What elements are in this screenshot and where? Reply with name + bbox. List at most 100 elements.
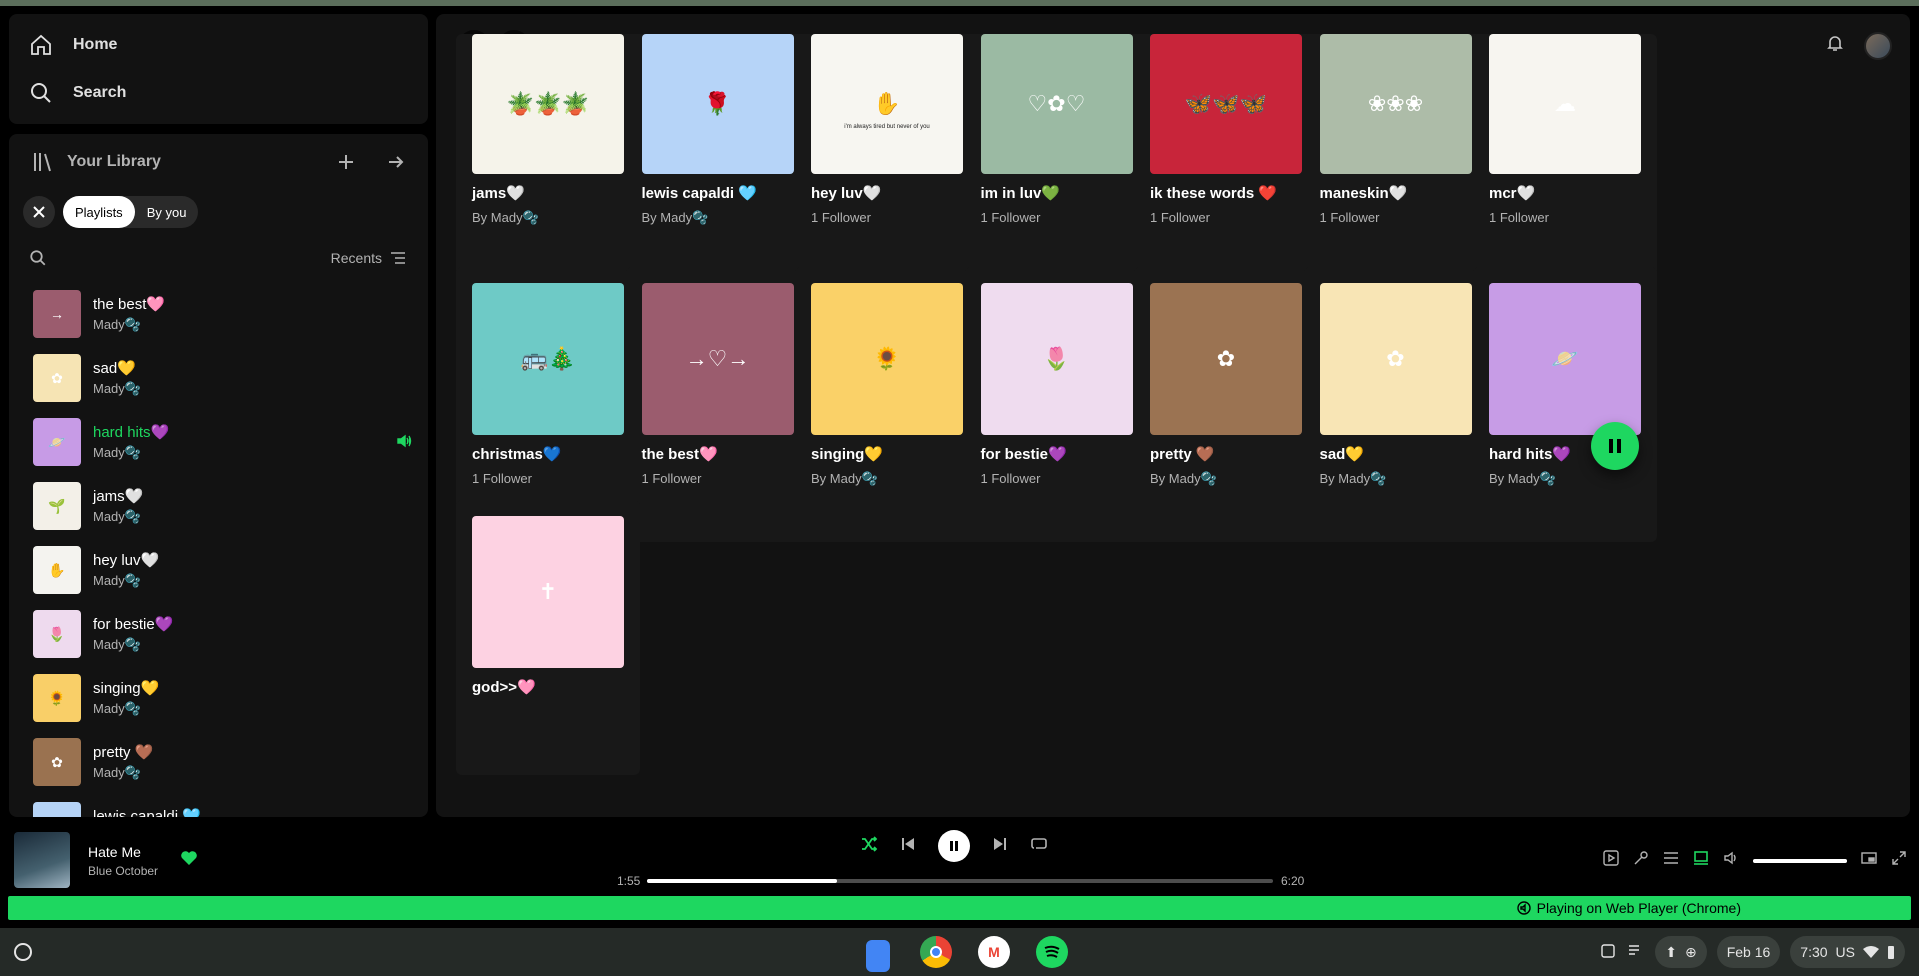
playlist-cover: ✋ i'm always tired but never of you	[811, 34, 963, 174]
playlist-card[interactable]: ☁ mcr🤍 1 Follower	[1473, 34, 1657, 296]
playlist-thumb: →	[33, 290, 81, 338]
card-pause-button[interactable]	[1591, 422, 1639, 470]
cover-glyph: 🌹	[703, 91, 732, 116]
system-tray[interactable]: 7:30 US	[1790, 936, 1905, 968]
pause-button[interactable]	[938, 830, 970, 862]
create-playlist-button[interactable]	[332, 148, 360, 176]
library-item[interactable]: ✿ pretty 🤎 Mady🫧	[23, 730, 423, 794]
arrow-right-icon	[389, 156, 404, 168]
library-item-title: lewis capaldi 🩵	[93, 808, 201, 817]
clear-filter-button[interactable]	[23, 196, 55, 228]
playlist-card-title: christmas💙	[472, 446, 562, 463]
shuffle-icon	[862, 835, 878, 852]
playlist-card[interactable]: 🌷 for bestie💜 1 Follower	[964, 267, 1149, 542]
playlist-card-title: singing💛	[811, 446, 884, 463]
playlist-card[interactable]: ✝ god>>🩷	[456, 500, 640, 775]
os-taskbar: M ⬆ ⊕ Feb 16 7:30 US	[0, 928, 1919, 976]
playlist-card[interactable]: 🪐 hard hits💜 By Mady🫧	[1473, 267, 1657, 542]
launcher-button[interactable]	[14, 943, 32, 961]
now-playing-artist[interactable]: Blue October	[88, 864, 158, 878]
cover-glyph: ✝	[538, 579, 558, 604]
playlist-card[interactable]: →♡→ the best🩷 1 Follower	[625, 267, 810, 542]
time-label: 7:30	[1800, 944, 1828, 960]
playlist-thumb: 🌷	[33, 610, 81, 658]
playlist-card[interactable]: 🌻 singing💛 By Mady🫧	[795, 267, 979, 542]
nav-home[interactable]: Home	[29, 30, 117, 60]
cover-glyph: 🦋🦋🦋	[1184, 91, 1268, 116]
chip-by-you[interactable]: By you	[135, 196, 199, 228]
playlist-card-subtitle: By Mady🫧	[641, 210, 709, 225]
repeat-button[interactable]	[1030, 836, 1048, 857]
library-item[interactable]: 🌹lewis capaldi 🩵Mady🫧	[23, 794, 423, 817]
volume-slider[interactable]	[1753, 858, 1847, 863]
library-item-title: hey luv🤍	[93, 552, 160, 569]
date-pill[interactable]: Feb 16	[1716, 936, 1781, 968]
fullscreen-button[interactable]	[1891, 850, 1907, 871]
shuffle-button[interactable]	[860, 835, 878, 858]
playlist-card-title: god>>🩷	[472, 679, 536, 696]
volume-button[interactable]	[1723, 850, 1739, 871]
liked-button[interactable]	[180, 850, 198, 871]
holding-space-icon[interactable]	[1599, 942, 1617, 963]
fullscreen-icon	[1892, 851, 1906, 865]
progress-bar[interactable]	[647, 879, 1273, 883]
skip-back-icon	[902, 837, 914, 850]
avatar[interactable]	[1864, 32, 1892, 60]
library-item[interactable]: 🌷 for bestie💜 Mady🫧	[23, 602, 423, 666]
playlist-thumb: 🌻	[33, 674, 81, 722]
connect-device-button[interactable]	[1693, 850, 1709, 871]
now-playing-art[interactable]	[14, 832, 70, 888]
library-item-owner: Mady🫧	[93, 573, 141, 588]
docs-app-icon[interactable]	[866, 940, 890, 972]
playlist-card[interactable]: 🦋🦋🦋 ik these words ❤️ 1 Follower	[1134, 34, 1318, 296]
playlist-thumb: 🌹	[33, 802, 81, 817]
playlist-card-subtitle: 1 Follower	[980, 471, 1041, 486]
queue-button[interactable]	[1663, 850, 1679, 871]
list-icon	[391, 252, 405, 264]
library-item-title: jams🤍	[93, 488, 144, 505]
status-pill[interactable]: ⬆ ⊕	[1655, 936, 1707, 968]
library-item[interactable]: 🌻 singing💛 Mady🫧	[23, 666, 423, 730]
library-header[interactable]: Your Library	[31, 150, 161, 174]
now-playing-title[interactable]: Hate Me	[88, 844, 141, 860]
playlist-cover: 🪐	[1489, 283, 1641, 435]
lyrics-button[interactable]	[1633, 850, 1649, 871]
miniplayer-button[interactable]	[1861, 850, 1877, 871]
notifications-button[interactable]	[1826, 34, 1844, 57]
library-panel: Your Library Playlists By you Recents → t…	[9, 134, 428, 817]
library-item[interactable]: ✿ sad💛 Mady🫧	[23, 346, 423, 410]
search-library-button[interactable]	[29, 244, 47, 272]
previous-button[interactable]	[900, 836, 916, 857]
next-button[interactable]	[992, 836, 1008, 857]
playlist-card-subtitle: 1 Follower	[641, 471, 702, 486]
library-item[interactable]: 🪐 hard hits💜 Mady🫧	[23, 410, 423, 474]
playlist-card-title: jams🤍	[472, 185, 525, 202]
playlist-card[interactable]: ♡✿♡ im in luv💚 1 Follower	[964, 34, 1149, 296]
chrome-app-icon[interactable]	[920, 936, 952, 968]
spotify-app-icon[interactable]	[1036, 936, 1068, 968]
now-playing-speaker-icon	[397, 434, 413, 453]
expand-library-button[interactable]	[382, 148, 410, 176]
gmail-app-icon[interactable]: M	[978, 936, 1010, 968]
playlist-card[interactable]: ✿ sad💛 By Mady🫧	[1303, 267, 1488, 542]
media-controls-icon[interactable]	[1627, 942, 1645, 963]
playlist-card[interactable]: 🪴🪴🪴 jams🤍 By Mady🫧	[456, 34, 640, 296]
playlist-card[interactable]: ✋ i'm always tired but never of you hey lu…	[795, 34, 979, 296]
playlist-card[interactable]: ❀❀❀ maneskin🤍 1 Follower	[1303, 34, 1488, 296]
library-item-owner: Mady🫧	[93, 381, 141, 396]
web-player-banner[interactable]: Playing on Web Player (Chrome)	[8, 896, 1911, 920]
now-playing-view-button[interactable]	[1603, 850, 1619, 871]
library-item[interactable]: 🌱 jams🤍 Mady🫧	[23, 474, 423, 538]
library-item[interactable]: → the best🩷 Mady🫧	[23, 282, 423, 346]
sort-button[interactable]: Recents	[331, 250, 406, 266]
playlist-card[interactable]: ✿ pretty 🤎 By Mady🫧	[1134, 267, 1318, 542]
library-item-title: for bestie💜	[93, 616, 174, 633]
nav-search-label: Search	[73, 84, 127, 101]
library-item-title: singing💛	[93, 680, 160, 697]
library-item[interactable]: ✋ hey luv🤍 Mady🫧	[23, 538, 423, 602]
playlist-card-subtitle: 1 Follower	[1319, 210, 1380, 225]
mic-icon	[1634, 851, 1648, 865]
playlist-card[interactable]: 🌹 lewis capaldi 🩵 By Mady🫧	[625, 34, 810, 296]
nav-search[interactable]: Search	[29, 78, 126, 108]
chip-playlists[interactable]: Playlists	[63, 196, 135, 228]
